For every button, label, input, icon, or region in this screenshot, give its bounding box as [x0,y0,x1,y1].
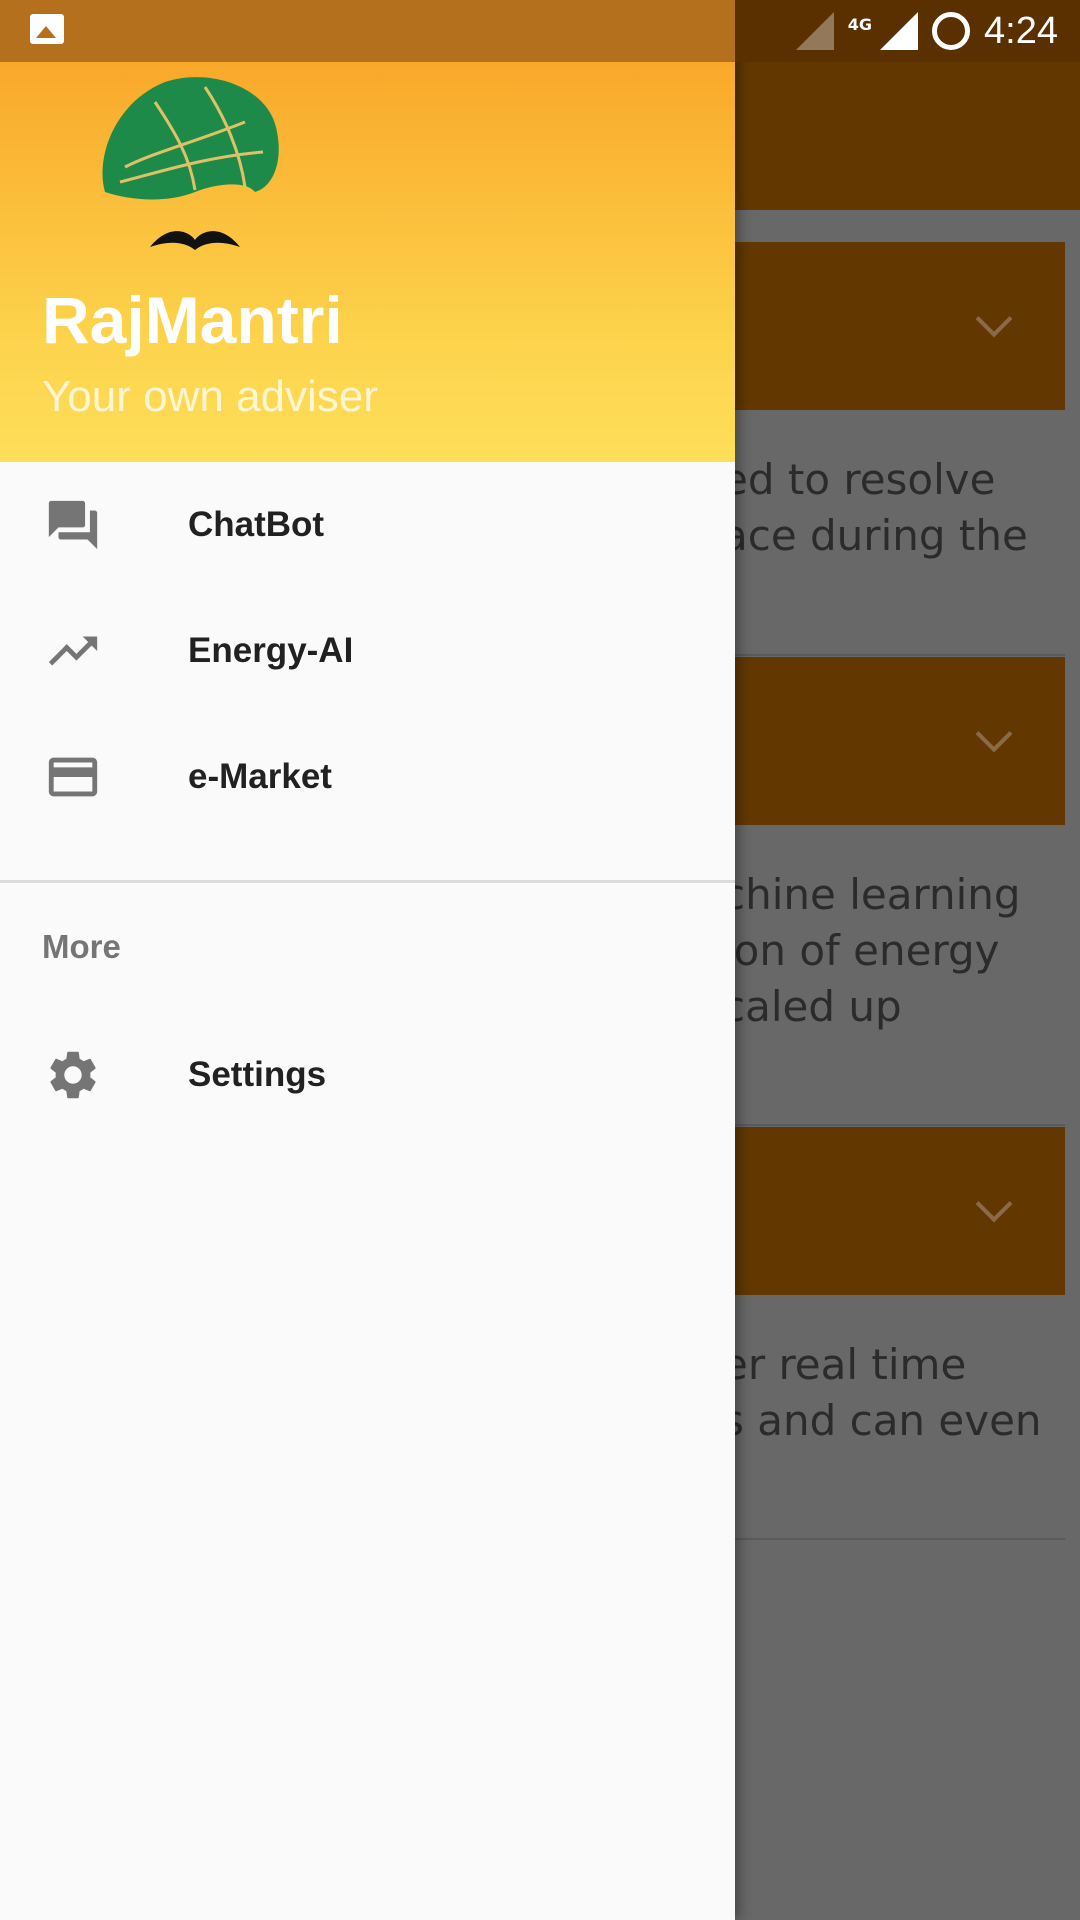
navigation-drawer: RajMantri Your own adviser ChatBot Energ… [0,0,735,1920]
expand-card-3 [720,1127,1065,1295]
menu-item-label: ChatBot [188,505,325,544]
card-divider [720,654,1065,656]
card-2-text: chine learning ion of energy caled up [722,870,1021,1031]
credit-card-icon [48,757,98,797]
menu-item-chatbot[interactable]: ChatBot [0,462,735,588]
status-bar: 4G 4:24 [0,0,1080,62]
status-icons: 4G 4:24 [795,0,1058,62]
drawer-menu: ChatBot Energy-AI e-Market [0,462,735,840]
drawer-more-menu: Settings [0,1012,735,1138]
chevron-down-icon [975,1185,1013,1223]
drawer-header: RajMantri Your own adviser [0,62,735,462]
section-title-more: More [42,928,121,965]
menu-item-energy-ai[interactable]: Energy-AI [0,588,735,714]
signal-full-icon [880,12,919,50]
card-divider [720,1124,1065,1126]
menu-item-label: e-Market [188,757,332,796]
expand-card-2 [720,657,1065,825]
app-subtitle: Your own adviser [42,372,378,421]
battery-ring-icon [932,12,971,50]
network-type: 4G [847,14,873,34]
turban-mustache-logo [102,77,279,250]
chevron-down-icon [975,715,1013,753]
menu-item-label: Energy-AI [188,631,354,670]
status-time: 4:24 [984,9,1058,52]
drawer-divider [0,880,735,883]
image-icon [30,14,64,44]
menu-item-label: Settings [188,1055,327,1094]
app-title: RajMantri [42,283,343,357]
menu-item-settings[interactable]: Settings [0,1012,735,1138]
card-1-text: ed to resolve ace during the [722,455,1028,560]
chevron-down-icon [975,300,1013,338]
expand-card-1 [720,242,1065,410]
menu-item-e-market[interactable]: e-Market [0,714,735,840]
forum-icon [48,500,98,550]
card-3-text: er real time s and can even [722,1340,1042,1445]
trending-up-icon [48,636,98,666]
gear-icon [50,1051,96,1099]
signal-empty-icon [795,12,834,50]
card-divider [720,1538,1065,1540]
